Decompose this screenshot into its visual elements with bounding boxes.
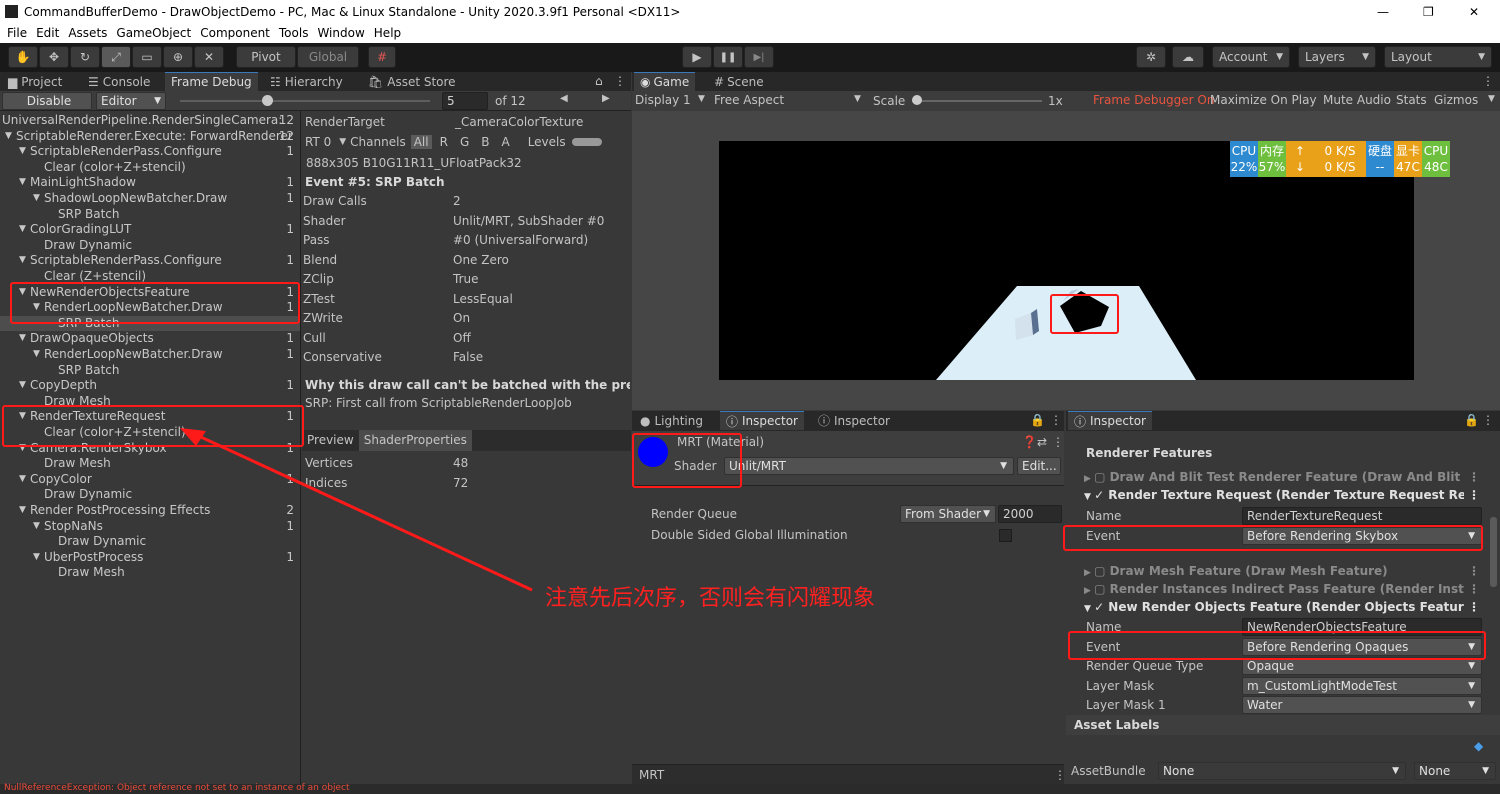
arrow-shaft	[189, 430, 533, 592]
annotation-text: 注意先后次序，否则会有闪耀现象	[545, 586, 876, 611]
annotation-arrow	[180, 428, 533, 592]
status-bar: NullReferenceException: Object reference…	[0, 783, 1500, 794]
status-message[interactable]: NullReferenceException: Object reference…	[4, 783, 349, 793]
